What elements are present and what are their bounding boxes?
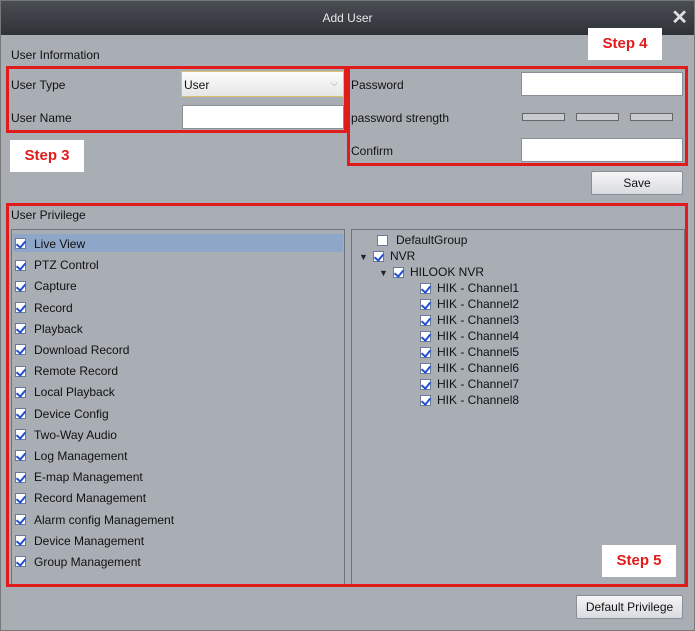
step4-highlight-box	[347, 66, 688, 166]
step3-highlight-box	[6, 66, 347, 133]
step3-label: Step 3	[10, 140, 84, 172]
close-icon[interactable]: ✕	[671, 5, 688, 30]
user-information-label: User Information	[11, 48, 100, 62]
step4-label: Step 4	[588, 28, 662, 60]
step5-highlight-box	[6, 203, 688, 587]
step5-label: Step 5	[602, 545, 676, 577]
save-button[interactable]: Save	[591, 171, 683, 195]
window-title: Add User	[322, 11, 373, 25]
default-privilege-button[interactable]: Default Privilege	[576, 595, 683, 619]
